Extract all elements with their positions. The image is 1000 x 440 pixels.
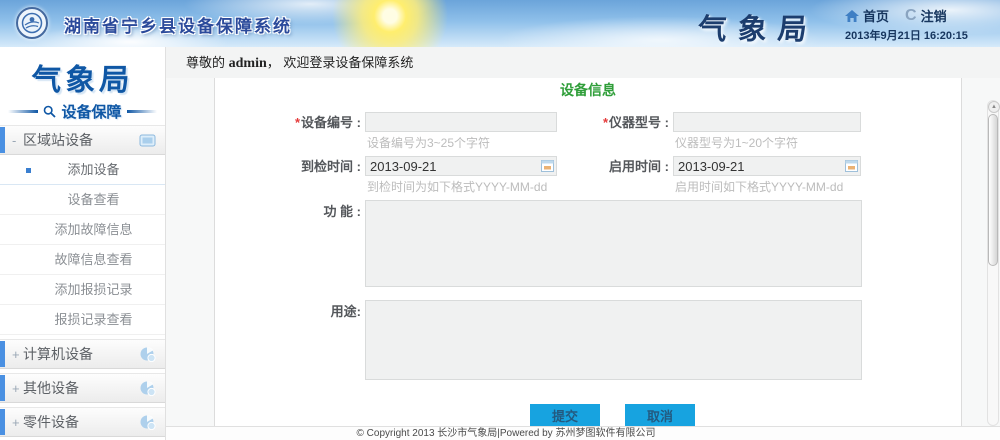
submenu-region-station: 添加设备 设备查看 添加故障信息 故障信息查看 添加报损记录 报损记录查看 [0,155,165,335]
top-nav: 首页 C 注销 [845,6,947,25]
check-date-hint: 到检时间为如下格式YYYY-MM-dd [367,180,547,194]
calendar-icon[interactable] [845,159,858,172]
sidebar: 气象局 设备保障 - 区域站设备 添加设备 设备查看 添加故障信息 故障信息 [0,47,166,440]
model-input[interactable] [673,112,861,132]
divider [8,110,38,113]
enable-date-input[interactable] [673,156,861,176]
group-accent-bar [0,375,5,401]
check-date-label: 到检时间 : [215,157,361,177]
usage-label: 用途: [215,302,361,322]
sidebar-item-view-fault[interactable]: 故障信息查看 [0,245,165,275]
device-no-hint: 设备编号为3~25个字符 [367,136,490,150]
copyright-text: © Copyright 2013 长沙市气象局|Powered by 苏州梦图软… [166,427,846,440]
divider [127,110,157,113]
brand-title: 气象局 [696,6,820,48]
datetime: 2013年9月21日 16:20:15 [845,27,968,43]
expand-indicator: + [12,381,23,396]
footer: © Copyright 2013 长沙市气象局|Powered by 苏州梦图软… [166,426,1000,440]
cancel-button[interactable]: 取消 [625,404,695,426]
main-content: 设备信息 *设备编号 : *仪器型号 : 设备编号为3~25个字符 仪器型号为1… [166,78,1000,426]
group-label: 零件设备 [23,412,79,432]
group-label: 其他设备 [23,378,79,398]
home-link[interactable]: 首页 [845,6,889,25]
active-bullet-icon [26,168,31,173]
home-label: 首页 [863,6,889,25]
group-accent-bar [0,341,5,367]
sidebar-logo-title: 气象局 [0,55,166,99]
greeting-bar: 尊敬的 admin， 欢迎登录设备保障系统 [166,47,1000,78]
sidebar-item-label: 添加故障信息 [54,222,132,237]
usage-textarea[interactable] [365,300,862,380]
enable-date-label: 启用时间 : [519,157,669,177]
sidebar-group-other[interactable]: + 其他设备 [0,373,165,403]
enable-date-hint: 启用时间如下格式YYYY-MM-dd [675,180,843,194]
greeting-suffix: ， 欢迎登录设备保障系统 [267,55,414,70]
submit-button[interactable]: 提交 [530,404,600,426]
sidebar-item-label: 报损记录查看 [54,312,132,327]
scroll-up-icon[interactable]: ▲ [988,101,1000,113]
sidebar-group-region-station[interactable]: - 区域站设备 [0,125,165,155]
required-mark: * [603,115,608,130]
model-hint: 仪器型号为1~20个字符 [675,136,798,150]
group-accent-bar [0,409,5,435]
required-mark: * [295,115,300,130]
sidebar-item-add-damage[interactable]: 添加报损记录 [0,275,165,305]
sidebar-item-label: 添加报损记录 [54,282,132,297]
collapse-indicator: - [12,133,23,148]
sidebar-item-label: 设备查看 [67,192,119,207]
sidebar-group-computer[interactable]: + 计算机设备 [0,339,165,369]
stats-icon [140,381,156,396]
sidebar-group-parts[interactable]: + 零件设备 [0,407,165,437]
function-textarea[interactable] [365,200,862,287]
header: 湖南省宁乡县设备保障系统 气象局 首页 C 注销 2013年9月21日 16:2… [0,0,1000,48]
bureau-emblem-icon [16,7,48,39]
greeting-prefix: 尊敬的 [186,55,229,70]
sidebar-item-label: 添加设备 [67,162,119,177]
group-accent-bar [0,127,5,153]
expand-indicator: + [12,347,23,362]
sidebar-item-add-device[interactable]: 添加设备 [0,155,165,185]
device-no-label: *设备编号 : [215,113,361,133]
sidebar-item-add-fault[interactable]: 添加故障信息 [0,215,165,245]
logout-label: 注销 [921,6,947,25]
expand-indicator: + [12,415,23,430]
logout-icon: C [905,9,917,22]
sidebar-item-label: 故障信息查看 [54,252,132,267]
enable-date-field [673,156,861,176]
search-icon [43,105,56,118]
username: admin [229,56,267,71]
sidebar-subtitle: 设备保障 [0,101,165,121]
stats-icon [140,347,156,362]
sidebar-subtitle-label: 设备保障 [61,101,121,122]
group-label: 区域站设备 [23,130,93,150]
model-label: *仪器型号 : [519,113,669,133]
group-label: 计算机设备 [23,344,93,364]
device-form-panel: 设备信息 *设备编号 : *仪器型号 : 设备编号为3~25个字符 仪器型号为1… [214,78,962,426]
home-icon [845,10,859,22]
scrollbar-thumb[interactable] [988,114,998,266]
monitor-icon [139,134,156,147]
logout-link[interactable]: C 注销 [905,6,947,25]
sidebar-item-view-device[interactable]: 设备查看 [0,185,165,215]
stats-icon [140,415,156,430]
function-label: 功 能 : [215,202,361,222]
sidebar-item-view-damage[interactable]: 报损记录查看 [0,305,165,335]
form-title: 设备信息 [215,80,961,100]
app-title: 湖南省宁乡县设备保障系统 [64,12,292,37]
vertical-scrollbar[interactable]: ▲ [987,100,999,426]
